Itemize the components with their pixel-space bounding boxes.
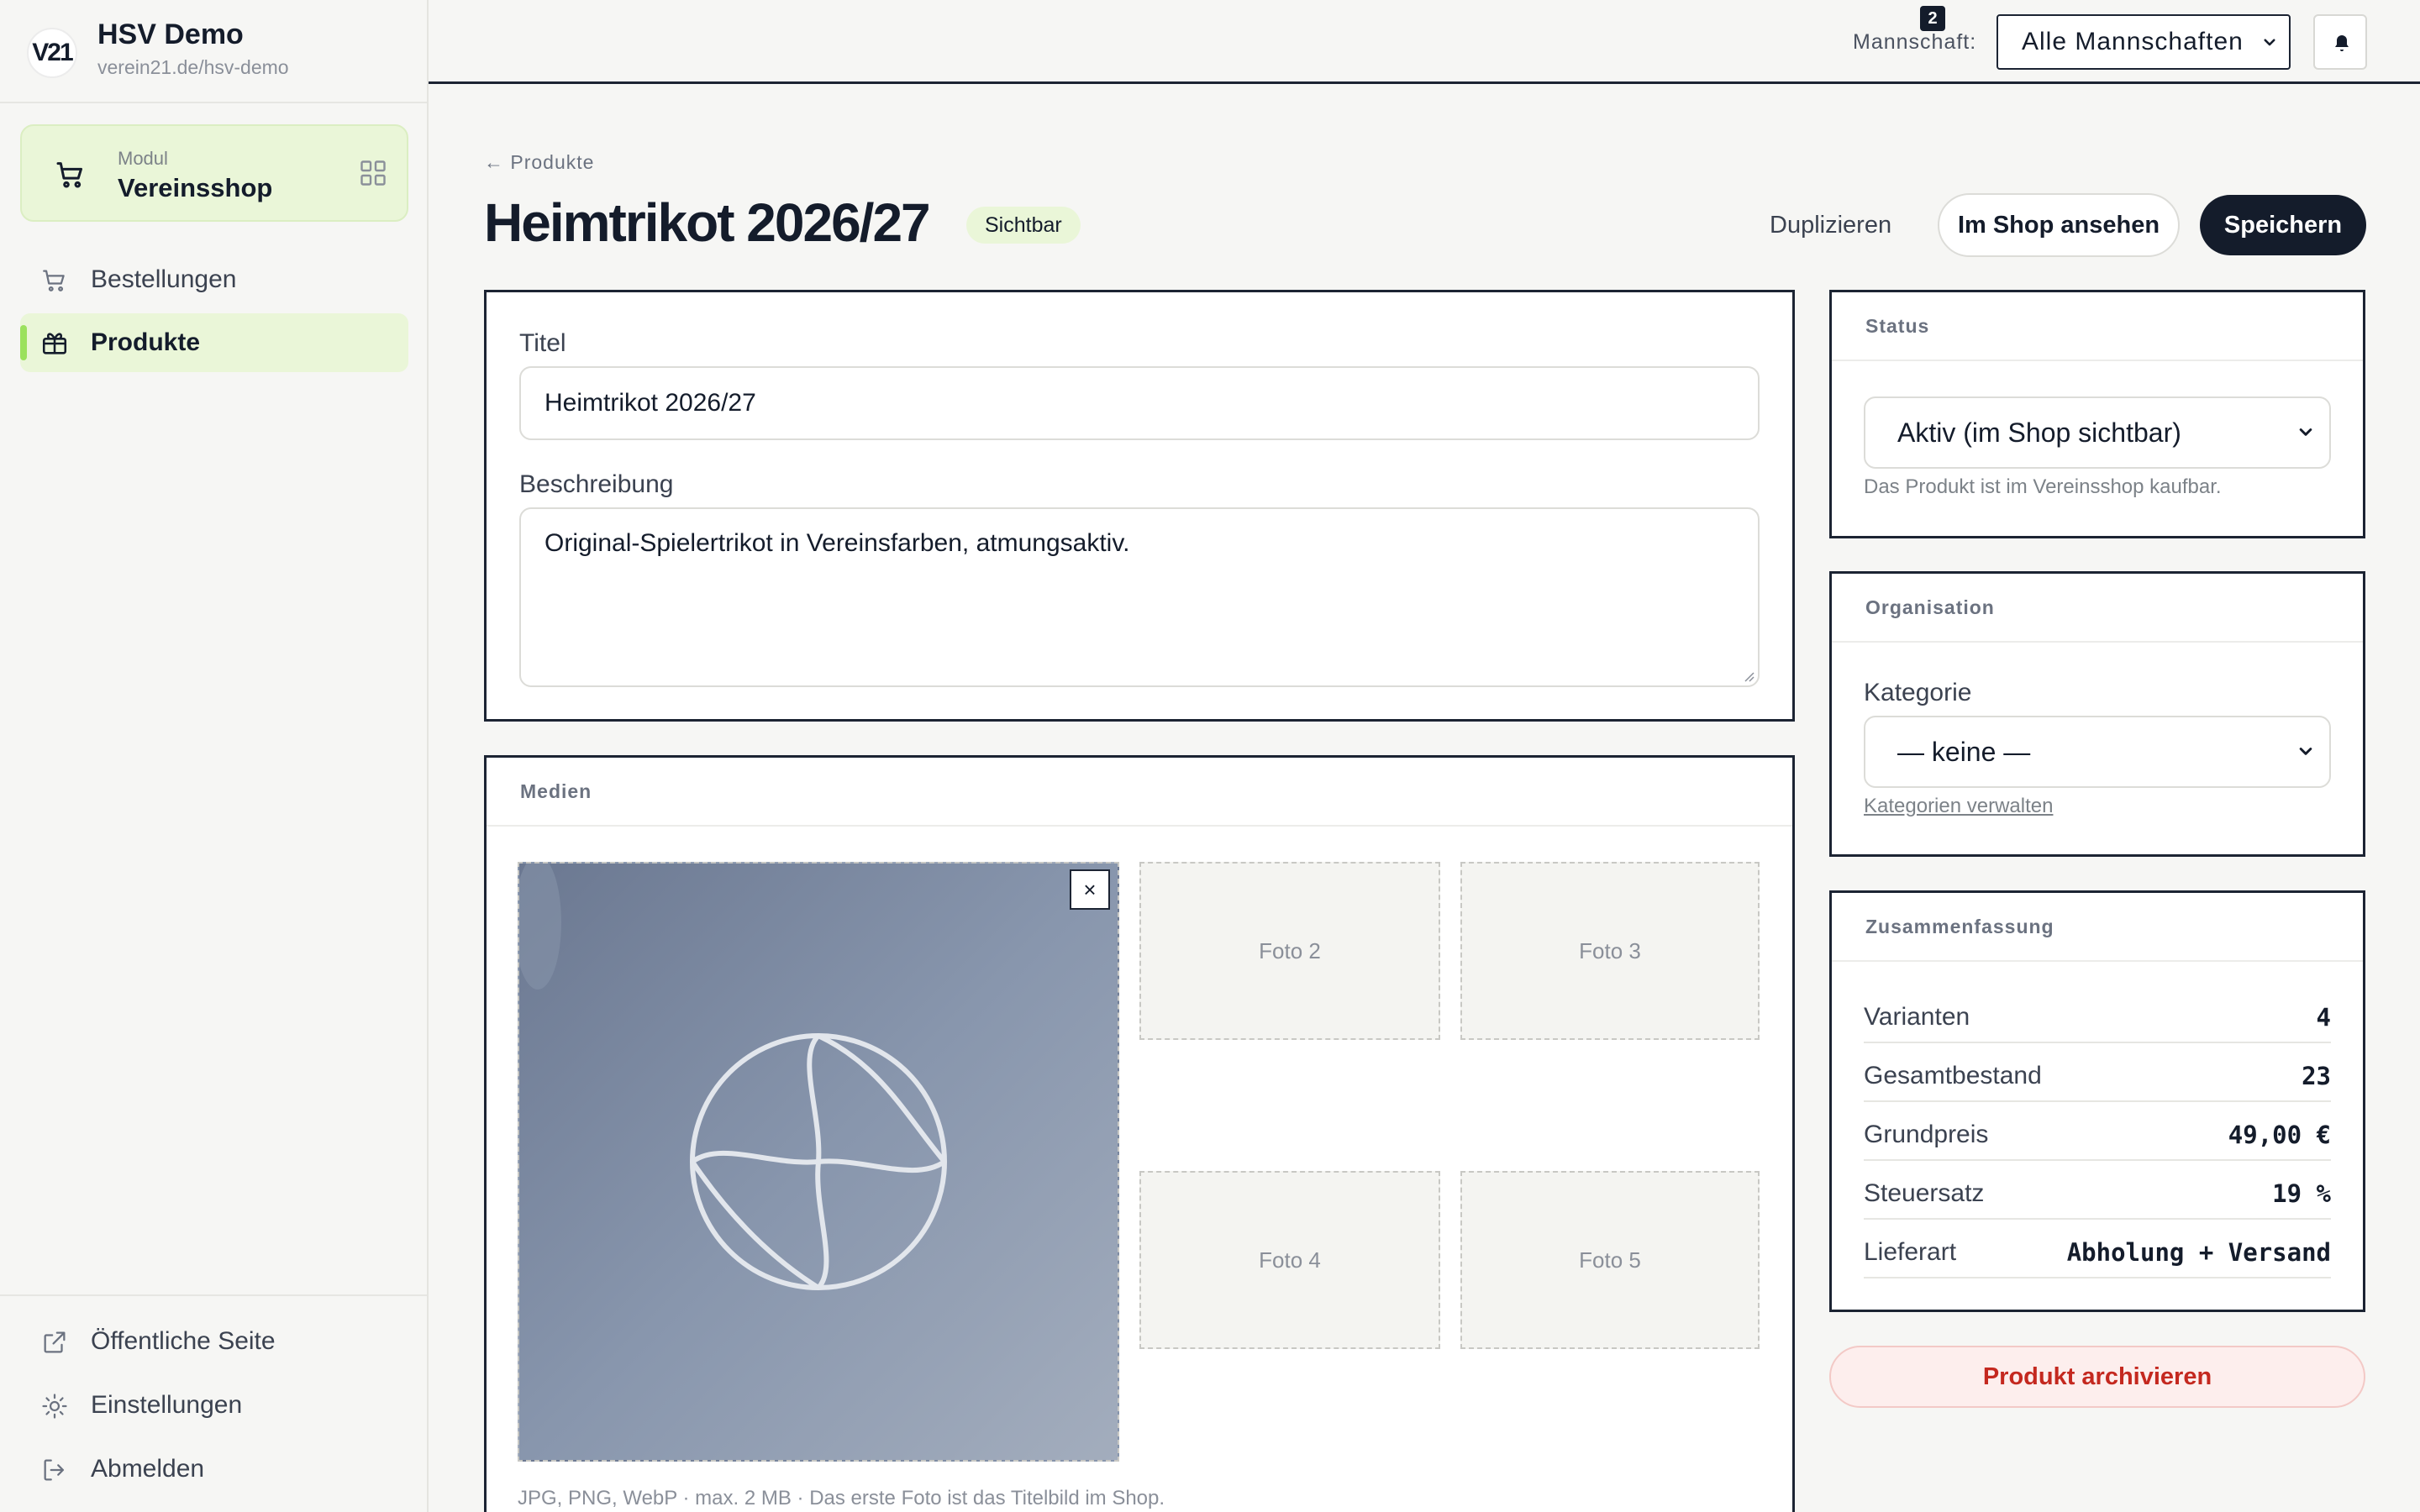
sidebar: V21 HSV Demo verein21.de/hsv-demo Modul … <box>0 0 429 1512</box>
status-select[interactable]: Aktiv (im Shop sichtbar) <box>1864 396 2331 469</box>
media-help-text: JPG, PNG, WebP · max. 2 MB · Das erste F… <box>518 1487 1165 1509</box>
brand-header[interactable]: V21 HSV Demo verein21.de/hsv-demo <box>0 0 427 103</box>
manage-categories-link[interactable]: Kategorien verwalten <box>1864 795 2053 818</box>
summary-value: 49,00 € <box>2228 1121 2331 1149</box>
photo-slot-3[interactable]: Foto 3 <box>1460 862 1760 1040</box>
status-select-value: Aktiv (im Shop sichtbar) <box>1897 417 2181 448</box>
summary-key: Grundpreis <box>1864 1121 1989 1148</box>
summary-key: Lieferart <box>1864 1238 1957 1266</box>
category-select[interactable]: — keine — <box>1864 716 2331 788</box>
summary-value: 19 % <box>2272 1179 2331 1208</box>
page-title: Heimtrikot 2026/27 <box>484 192 931 253</box>
sidebar-item-label: Bestellungen <box>91 265 237 293</box>
summary-value: Abholung + Versand <box>2066 1238 2331 1267</box>
club-name: HSV Demo <box>97 18 244 50</box>
notifications-button[interactable] <box>2313 14 2367 70</box>
summary-value: 4 <box>2316 1003 2331 1032</box>
team-filter-label: Mannschaft: <box>1853 30 1977 54</box>
description-textarea[interactable]: Original-Spielertrikot in Vereinsfarben,… <box>519 507 1760 687</box>
duplicate-button[interactable]: Duplizieren <box>1748 195 1913 255</box>
active-indicator <box>20 325 27 360</box>
summary-key: Varianten <box>1864 1003 1970 1031</box>
sidebar-item-logout[interactable]: Abmelden <box>20 1440 408 1499</box>
summary-row-variants: Varianten 4 <box>1864 984 2331 1043</box>
chevron-down-icon <box>2264 39 2275 46</box>
cart-icon <box>43 270 65 291</box>
top-bar: Mannschaft: Alle Mannschaften <box>429 0 2420 84</box>
view-in-shop-button[interactable]: Im Shop ansehen <box>1938 193 2180 257</box>
description-label: Beschreibung <box>519 470 674 498</box>
photo-slot-4[interactable]: Foto 4 <box>1139 1171 1440 1349</box>
sidebar-item-label: Produkte <box>91 328 201 356</box>
status-hint: Das Produkt ist im Vereinsshop kaufbar. <box>1864 475 2222 498</box>
logout-icon <box>44 1459 65 1481</box>
summary-value: 23 <box>2302 1062 2331 1090</box>
summary-row-delivery: Lieferart Abholung + Versand <box>1864 1220 2331 1278</box>
module-label: Modul <box>118 148 168 169</box>
external-link-icon <box>44 1331 66 1353</box>
save-button[interactable]: Speichern <box>2200 195 2366 255</box>
chevron-down-icon <box>2299 428 2312 436</box>
main-product-photo[interactable] <box>518 862 1119 1462</box>
summary-key: Steuersatz <box>1864 1179 1985 1207</box>
summary-row-base-price: Grundpreis 49,00 € <box>1864 1102 2331 1161</box>
photo-slot-5[interactable]: Foto 5 <box>1460 1171 1760 1349</box>
club-url: verein21.de/hsv-demo <box>97 56 289 78</box>
category-label: Kategorie <box>1864 679 1972 706</box>
organisation-heading: Organisation <box>1832 574 2363 643</box>
sidebar-item-products[interactable]: Produkte <box>20 313 408 372</box>
notification-count-badge: 2 <box>1920 6 1945 31</box>
archive-product-button[interactable]: Produkt archivieren <box>1829 1346 2365 1408</box>
visibility-badge: Sichtbar <box>966 207 1081 244</box>
team-select[interactable]: Alle Mannschaften <box>1996 14 2291 70</box>
photo-slot-2[interactable]: Foto 2 <box>1139 862 1440 1040</box>
sidebar-item-label: Einstellungen <box>91 1391 243 1419</box>
summary-key: Gesamtbestand <box>1864 1062 2042 1089</box>
sun-gear-icon <box>42 1394 67 1419</box>
module-switcher[interactable]: Modul Vereinsshop <box>20 124 408 222</box>
sidebar-item-label: Öffentliche Seite <box>91 1327 276 1355</box>
sidebar-item-orders[interactable]: Bestellungen <box>20 250 408 309</box>
summary-heading: Zusammenfassung <box>1832 893 2363 962</box>
sidebar-item-public-page[interactable]: Öffentliche Seite <box>20 1312 408 1371</box>
title-input[interactable]: Heimtrikot 2026/27 <box>519 366 1760 440</box>
cart-icon <box>56 162 82 188</box>
remove-photo-button[interactable]: × <box>1070 869 1110 910</box>
media-heading: Medien <box>487 758 1792 827</box>
status-heading: Status <box>1832 292 2363 361</box>
club-logo: V21 <box>27 28 77 78</box>
team-select-value: Alle Mannschaften <box>2022 28 2244 55</box>
resize-handle-icon[interactable] <box>1743 670 1754 682</box>
sidebar-item-label: Abmelden <box>91 1455 205 1483</box>
summary-row-stock: Gesamtbestand 23 <box>1864 1043 2331 1102</box>
sidebar-item-settings[interactable]: Einstellungen <box>20 1376 408 1435</box>
apps-grid-icon <box>360 160 386 186</box>
club-crest-image <box>519 864 947 1290</box>
sidebar-footer: Öffentliche Seite Einstellungen Abmelden <box>0 1294 427 1512</box>
category-select-value: — keine — <box>1897 736 2031 767</box>
breadcrumb-back-products[interactable]: ← Produkte <box>484 151 594 174</box>
title-label: Titel <box>519 329 566 357</box>
gift-icon <box>42 333 67 354</box>
bell-icon <box>2335 35 2349 51</box>
chevron-down-icon <box>2299 748 2312 755</box>
summary-row-tax-rate: Steuersatz 19 % <box>1864 1161 2331 1220</box>
module-name: Vereinsshop <box>118 173 273 202</box>
